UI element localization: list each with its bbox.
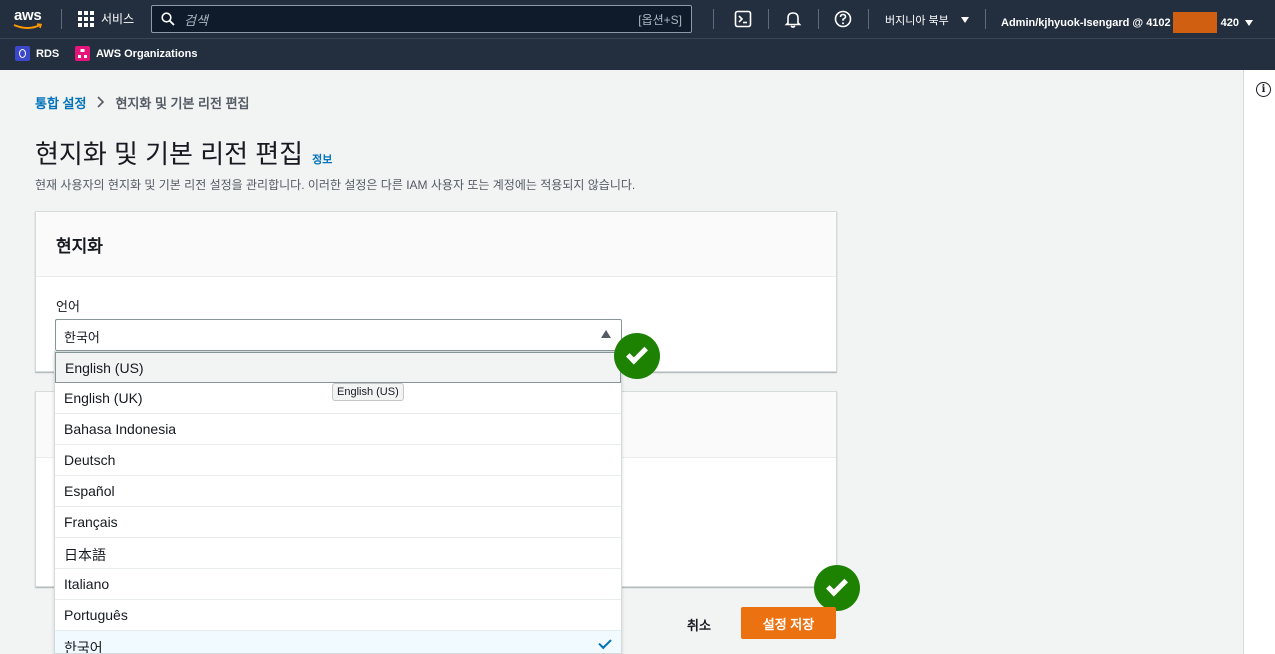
language-option[interactable]: 日本語 (55, 538, 621, 569)
redaction-block (1172, 12, 1217, 33)
green-check-badge-icon (614, 333, 660, 379)
caret-down-icon (960, 17, 969, 23)
nav-divider (768, 9, 769, 29)
search-input[interactable]: 검색 [옵션+S] (151, 5, 692, 33)
breadcrumb: 통합 설정 현지화 및 기본 리전 편집 (35, 93, 250, 112)
favorite-label: RDS (36, 47, 60, 60)
grid-icon (78, 10, 94, 27)
caret-down-icon (1245, 19, 1254, 26)
region-selector[interactable]: 버지니아 북부 (885, 12, 969, 28)
help-panel-rail (1243, 70, 1275, 654)
search-icon (161, 12, 175, 26)
breadcrumb-current: 현지화 및 기본 리전 편집 (115, 96, 250, 111)
account-label: Admin/kjhyuok-Isengard @ 4102 (1001, 16, 1171, 29)
caret-up-icon (601, 330, 611, 338)
page-description: 현재 사용자의 현지화 및 기본 리전 설정을 관리합니다. 이러한 설정은 다… (35, 178, 636, 192)
favorite-label: AWS Organizations (96, 47, 198, 60)
localization-panel: 현지화 언어 한국어 (35, 211, 837, 372)
language-label: 언어 (56, 299, 80, 314)
language-option[interactable]: Deutsch (55, 445, 621, 476)
breadcrumb-link-unified-settings[interactable]: 통합 설정 (35, 93, 86, 112)
rds-icon (15, 46, 30, 61)
info-panel-icon[interactable]: i (1256, 82, 1271, 97)
language-option[interactable]: English (US) (55, 352, 621, 383)
nav-divider (868, 9, 869, 29)
language-option[interactable]: Français (55, 507, 621, 538)
aws-logo-text: aws (14, 7, 42, 24)
services-menu-button[interactable]: 서비스 (78, 10, 134, 27)
aws-smile-icon (13, 23, 43, 29)
services-label: 서비스 (101, 12, 135, 26)
top-nav-bar: aws 서비스 검색 [옵션+S] 버지니아 북부 Admin/kjhyuok-… (0, 0, 1275, 38)
language-option[interactable]: Português (55, 600, 621, 631)
nav-divider (713, 9, 714, 29)
checkmark-icon (598, 635, 612, 650)
search-placeholder: 검색 (184, 12, 208, 28)
nav-divider (985, 9, 986, 29)
cloudshell-icon[interactable] (734, 10, 752, 28)
region-label: 버지니아 북부 (885, 15, 949, 27)
account-label-suffix: 420 (1220, 16, 1240, 29)
aws-logo[interactable]: aws (13, 6, 47, 30)
favorite-rds[interactable]: RDS (15, 46, 59, 61)
organizations-icon (75, 46, 90, 61)
search-shortcut: [옵션+S] (638, 12, 682, 27)
language-select-value: 한국어 (64, 330, 100, 345)
info-link[interactable]: 정보 (312, 151, 332, 167)
page-header: 현지화 및 기본 리전 편집 정보 (35, 134, 332, 171)
notifications-bell-icon[interactable] (784, 10, 802, 28)
nav-divider (818, 9, 819, 29)
help-icon[interactable] (834, 10, 852, 28)
green-check-badge-icon (814, 565, 860, 611)
language-select[interactable]: 한국어 (55, 319, 622, 351)
save-settings-button[interactable]: 설정 저장 (741, 607, 836, 639)
language-option[interactable]: Español (55, 476, 621, 507)
language-option-selected[interactable]: 한국어 (55, 631, 621, 653)
favorite-aws-organizations[interactable]: AWS Organizations (75, 46, 197, 61)
chevron-right-icon (96, 95, 105, 111)
account-menu[interactable]: Admin/kjhyuok-Isengard @ 4102 420 (1001, 12, 1254, 33)
page-title: 현지화 및 기본 리전 편집 (35, 139, 304, 169)
cancel-button[interactable]: 취소 (687, 615, 711, 634)
language-option[interactable]: Bahasa Indonesia (55, 414, 621, 445)
localization-heading: 현지화 (36, 212, 836, 277)
language-option[interactable]: Italiano (55, 569, 621, 600)
option-tooltip: English (US) (332, 383, 404, 401)
nav-divider (61, 9, 62, 29)
